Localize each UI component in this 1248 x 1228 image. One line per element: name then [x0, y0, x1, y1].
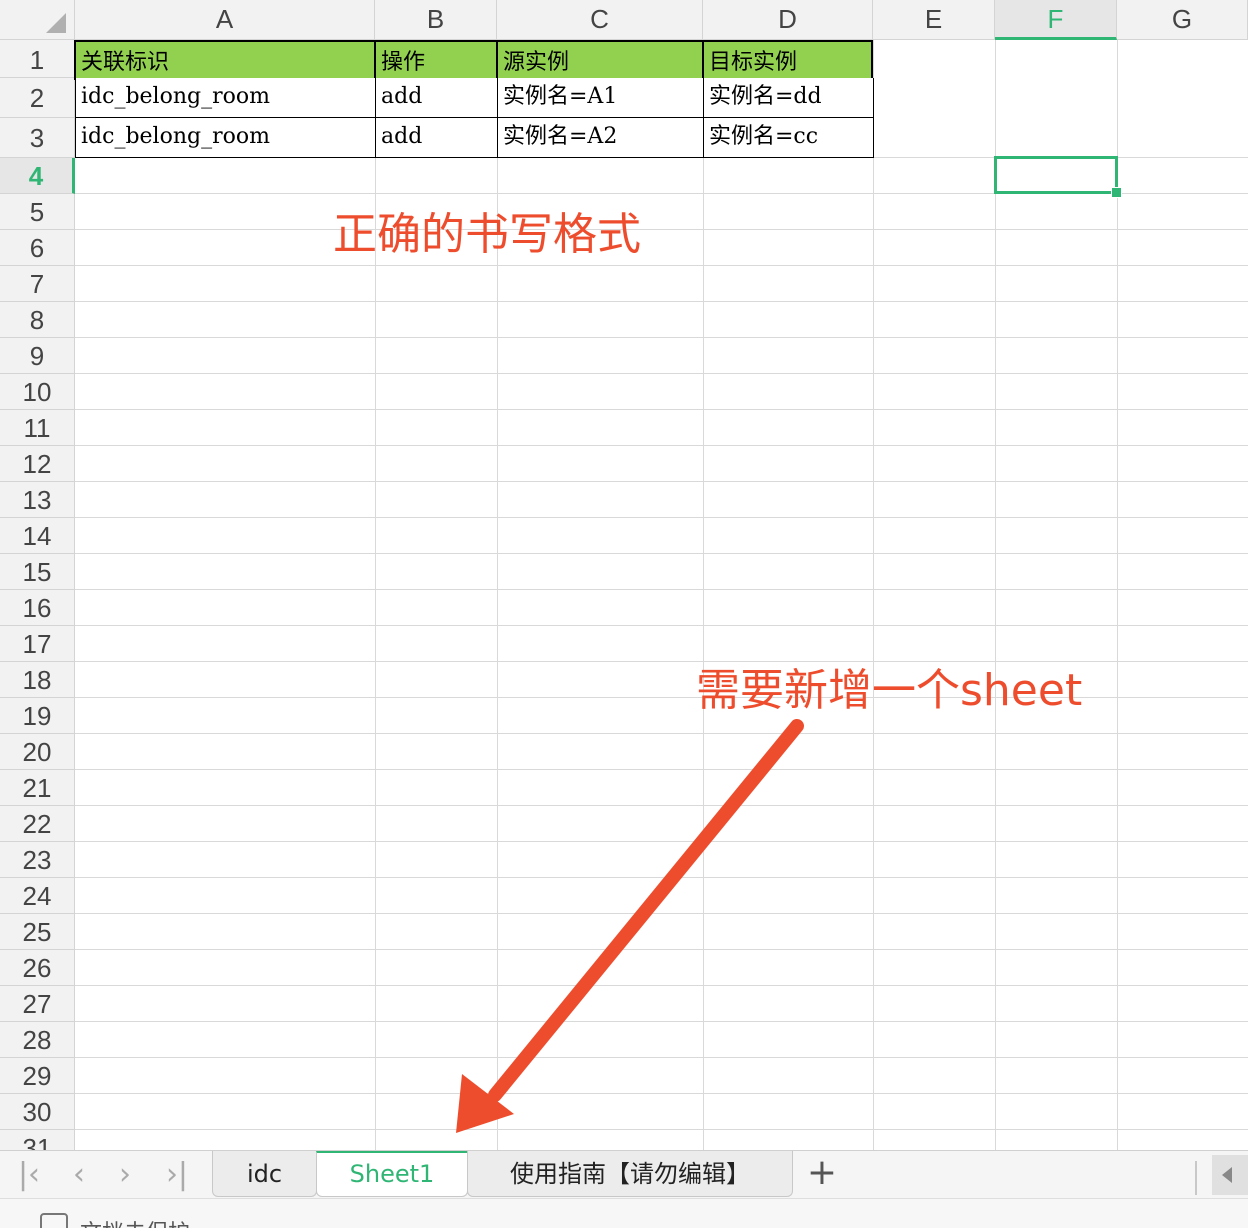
shield-icon [40, 1213, 68, 1228]
scroll-left-button[interactable] [1212, 1155, 1248, 1195]
next-sheet-icon[interactable]: › [110, 1159, 140, 1191]
prev-sheet-icon[interactable]: ‹ [64, 1159, 94, 1191]
add-sheet-button[interactable]: + [806, 1155, 838, 1191]
protection-status[interactable]: 文档未保护 [80, 1215, 190, 1228]
annotation-arrow-icon [456, 719, 804, 1133]
scroll-left-icon [1222, 1167, 1232, 1183]
status-bar: 文档未保护 [0, 1198, 1248, 1228]
sheet-tab-sheet1[interactable]: Sheet1 [316, 1151, 468, 1197]
arrow-shaft [488, 719, 804, 1102]
sheet-tab-idc[interactable]: idc [212, 1151, 317, 1197]
first-sheet-icon[interactable]: |‹ [14, 1159, 44, 1191]
tab-scroll-divider [1195, 1161, 1197, 1195]
sheet-tab-guide[interactable]: 使用指南【请勿编辑】 [467, 1151, 793, 1197]
spreadsheet-grid[interactable]: A B C D E F G 1 2 3 4 5 6 7 8 9 10 11 12… [0, 0, 1248, 1150]
sheet-tab-bar: |‹ ‹ › ›| idc Sheet1 使用指南【请勿编辑】 + [0, 1150, 1248, 1198]
last-sheet-icon[interactable]: ›| [162, 1159, 192, 1191]
